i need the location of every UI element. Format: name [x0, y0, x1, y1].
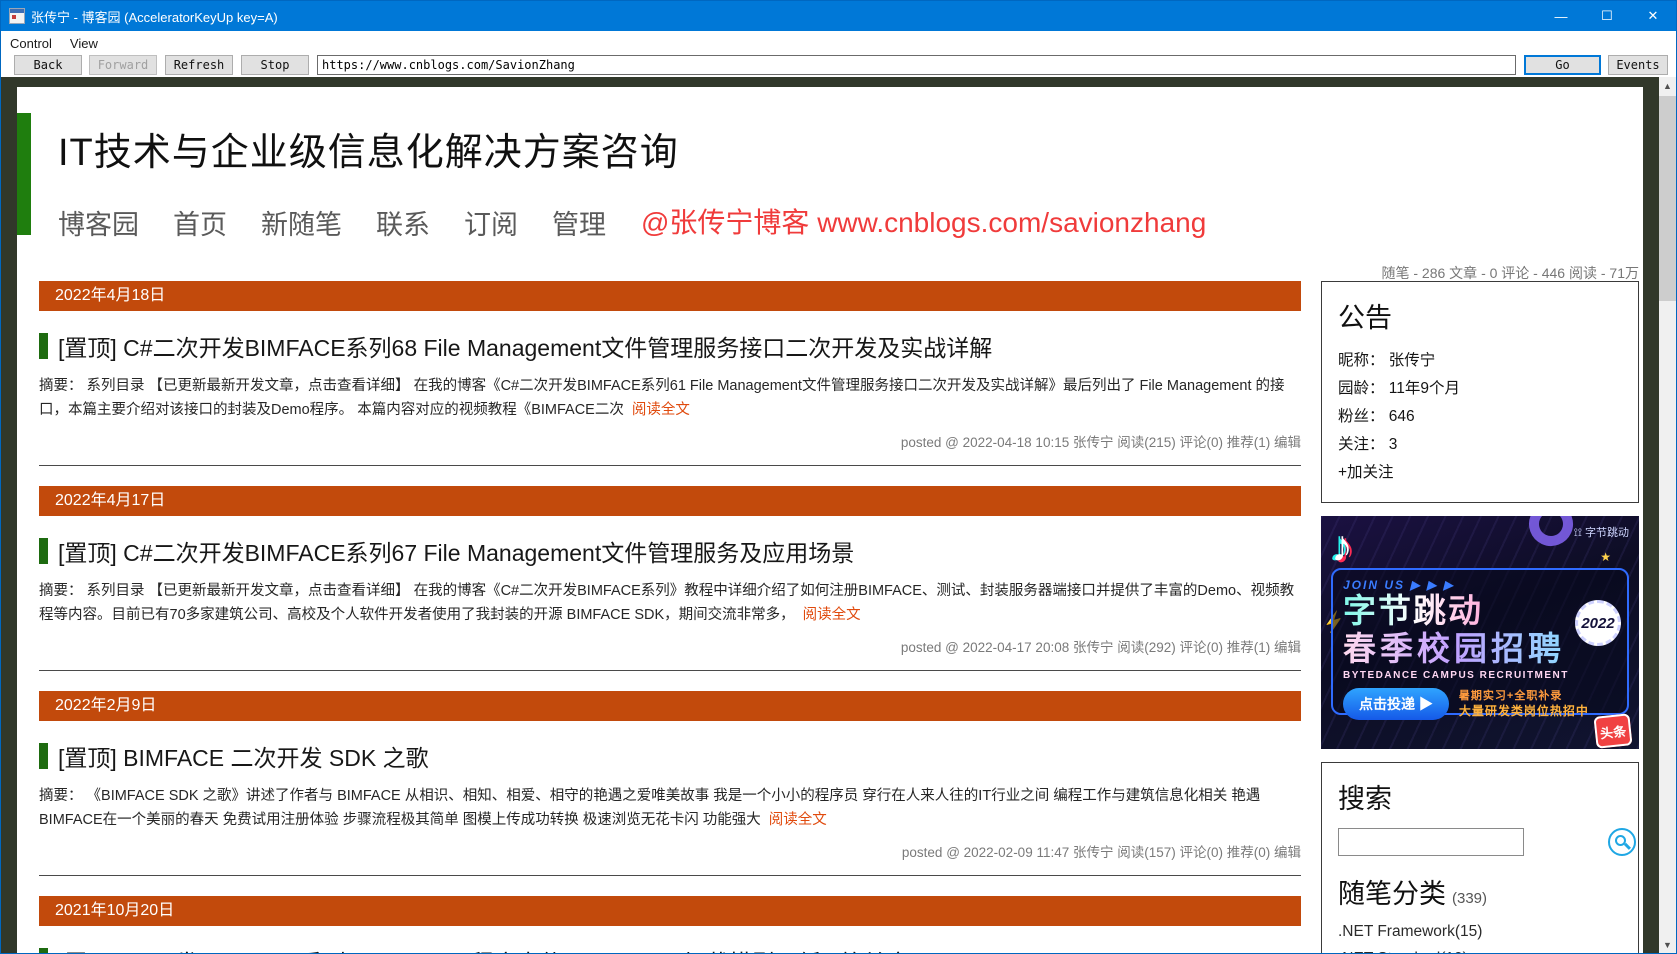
ad-brand-text: 字节跳动 [1343, 592, 1483, 630]
notice-age: 园龄： 11年9个月 [1338, 379, 1461, 397]
menu-bar: Control View [1, 31, 1676, 55]
scrollbar-thumb[interactable] [1659, 96, 1676, 301]
app-icon [9, 8, 25, 24]
star-decoration: ★ [1600, 550, 1611, 565]
scroll-down-arrow-icon[interactable]: ▼ [1659, 936, 1676, 953]
post-title[interactable]: [置顶] BIMFACE 二次开发 SDK 之歌 [39, 739, 1301, 773]
nav-item-new-post[interactable]: 新随笔 [261, 203, 342, 242]
category-item-net-framework[interactable]: .NET Framework(15) [1338, 919, 1622, 945]
back-button[interactable]: Back [14, 55, 82, 75]
ad-note-intern: 暑期实习+全职补录 [1458, 689, 1563, 702]
refresh-button[interactable]: Refresh [165, 55, 233, 75]
post-marker-icon [39, 947, 48, 953]
notice-title: 公告 [1338, 303, 1392, 333]
nav-item-manage[interactable]: 管理 [552, 203, 606, 242]
post-marker-icon [39, 537, 48, 564]
browser-toolbar: Back Forward Refresh Stop Go Events [1, 55, 1676, 77]
post-meta[interactable]: posted @ 2022-04-17 20:08 张传宁 阅读(292) 评论… [39, 636, 1301, 656]
minimize-button[interactable]: — [1538, 1, 1584, 31]
read-more-link[interactable]: 阅读全文 [769, 812, 827, 828]
categories-count: (339) [1452, 890, 1488, 908]
post-summary: 摘要： 系列目录 【已更新最新开发文章，点击查看详细】 在我的博客《C#二次开发… [39, 582, 1295, 623]
post-summary: 摘要： 《BIMFACE SDK 之歌》讲述了作者与 BIMFACE 从相识、相… [39, 787, 1261, 828]
notice-nickname: 昵称： 张传宁 [1338, 352, 1436, 369]
post-meta[interactable]: posted @ 2022-04-18 10:15 张传宁 阅读(215) 评论… [39, 431, 1301, 451]
categories-title: 随笔分类 (339) [1338, 879, 1488, 910]
ad-campaign-text: 春季校园招聘 [1343, 630, 1565, 668]
read-more-link[interactable]: 阅读全文 [803, 607, 861, 623]
maximize-button[interactable]: ☐ [1584, 1, 1630, 31]
day-separator [39, 874, 1301, 876]
post-marker-icon [39, 333, 48, 359]
follow-link[interactable]: +加关注 [1338, 459, 1622, 487]
post-block: 2022年4月17日 [置顶] C#二次开发BIMFACE系列67 File M… [39, 485, 1301, 671]
nav-item-home-site[interactable]: 博客园 [58, 203, 139, 242]
post-list: 2022年4月18日 [置顶] C#二次开发BIMFACE系列68 File M… [39, 281, 1301, 953]
day-separator [39, 464, 1301, 466]
post-title[interactable]: [置顶] C#二次开发BIMFACE系列67 File Management文件… [39, 534, 1301, 568]
close-button[interactable]: ✕ [1630, 1, 1676, 31]
events-button[interactable]: Events [1608, 55, 1668, 75]
go-button[interactable]: Go [1524, 55, 1601, 75]
stop-button[interactable]: Stop [241, 55, 309, 75]
blog-watermark: @张传宁博客 www.cnblogs.com/savionzhang [641, 207, 1207, 238]
bytedance-ad-banner[interactable]: ♪ ⟟⟟ 字节跳动 ★ ⚡ JOIN US ▶ ▶ ▶ 字节跳动 2022 春季… [1321, 516, 1639, 750]
post-date-bar: 2021年10月20日 [39, 895, 1301, 926]
nav-item-subscribe[interactable]: 订阅 [464, 203, 518, 242]
post-block: 2022年2月9日 [置顶] BIMFACE 二次开发 SDK 之歌 摘要： 《… [39, 690, 1301, 876]
search-title: 搜索 [1338, 784, 1392, 815]
ad-english-text: BYTEDANCE CAMPUS RECRUITMENT [1343, 670, 1569, 682]
notice-box: 公告 昵称： 张传宁 园龄： 11年9个月 粉丝： 646 关注： 3 +加关注 [1321, 281, 1639, 504]
browser-viewport: IT技术与企业级信息化解决方案咨询 博客园 首页 新随笔 联系 订阅 管理 @张… [1, 77, 1676, 953]
notice-following: 关注： 3 [1338, 435, 1398, 453]
nav-item-home[interactable]: 首页 [173, 203, 227, 242]
vertical-scrollbar[interactable]: ▲ ▼ [1659, 77, 1676, 953]
nav-item-contact[interactable]: 联系 [376, 203, 430, 242]
search-input[interactable] [1338, 828, 1524, 857]
blog-page: IT技术与企业级信息化解决方案咨询 博客园 首页 新随笔 联系 订阅 管理 @张… [17, 87, 1643, 953]
tiktok-note-icon: ♪ [1331, 522, 1353, 572]
ad-join-us: JOIN US ▶ ▶ ▶ [1343, 578, 1455, 593]
ad-note-jobs: 大量研发类岗位热招中 [1458, 703, 1589, 718]
title-bar: 张传宁 - 博客园 (AcceleratorKeyUp key=A) — ☐ ✕ [1, 1, 1676, 31]
post-date-bar: 2022年4月17日 [39, 485, 1301, 516]
post-block: 2021年10月20日 [置顶] C#开发BIMFACE系列53 WinForm… [39, 895, 1301, 953]
window-title: 张传宁 - 博客园 (AcceleratorKeyUp key=A) [31, 9, 278, 25]
url-input[interactable] [317, 55, 1516, 75]
bytedance-logo: ⟟⟟ 字节跳动 [1573, 527, 1629, 540]
ad-notes: 暑期实习+全职补录 大量研发类岗位热招中 [1459, 690, 1589, 719]
post-summary: 摘要： 系列目录 【已更新最新开发文章，点击查看详细】 在我的博客《C#二次开发… [39, 378, 1285, 418]
post-date-bar: 2022年4月18日 [39, 281, 1301, 311]
blog-stats: 随笔 - 286 文章 - 0 评论 - 446 阅读 - 71万 [1381, 265, 1639, 281]
day-separator [39, 669, 1301, 671]
toutiao-sticker: 头条 [1593, 713, 1633, 750]
sidebar: 公告 昵称： 张传宁 园龄： 11年9个月 粉丝： 646 关注： 3 +加关注… [1321, 281, 1639, 953]
post-marker-icon [39, 742, 48, 769]
header-accent-bar [17, 113, 31, 235]
read-more-link[interactable]: 阅读全文 [632, 402, 690, 418]
ad-apply-button[interactable]: 点击投递 ▶ [1343, 688, 1449, 721]
search-icon[interactable] [1608, 828, 1636, 857]
category-item-net-standard[interactable]: .NET Standard(10) [1338, 946, 1622, 953]
blog-title: IT技术与企业级信息化解决方案咨询 [58, 132, 679, 174]
post-meta[interactable]: posted @ 2022-02-09 11:47 张传宁 阅读(157) 评论… [39, 841, 1301, 861]
forward-button: Forward [89, 55, 157, 75]
post-date-bar: 2022年2月9日 [39, 690, 1301, 721]
post-title[interactable]: [置顶] C#开发BIMFACE系列53 WinForm程序中使用CefShar… [39, 944, 1301, 953]
app-window: 张传宁 - 博客园 (AcceleratorKeyUp key=A) — ☐ ✕… [0, 0, 1677, 954]
post-title[interactable]: [置顶] C#二次开发BIMFACE系列68 File Management文件… [39, 329, 1301, 363]
menu-view[interactable]: View [61, 31, 107, 55]
post-block: 2022年4月18日 [置顶] C#二次开发BIMFACE系列68 File M… [39, 281, 1301, 466]
scroll-up-arrow-icon[interactable]: ▲ [1659, 77, 1676, 94]
donut-decoration [1521, 516, 1581, 554]
ad-panel: JOIN US ▶ ▶ ▶ 字节跳动 2022 春季校园招聘 BYTEDANCE… [1331, 568, 1629, 721]
menu-control[interactable]: Control [1, 31, 61, 55]
search-box: 搜索 随笔分类(339) .NET Framework(15) .NET Sta… [1321, 762, 1639, 953]
blog-nav: 博客园 首页 新随笔 联系 订阅 管理 [58, 203, 606, 242]
notice-fans: 粉丝： 646 [1338, 407, 1415, 425]
